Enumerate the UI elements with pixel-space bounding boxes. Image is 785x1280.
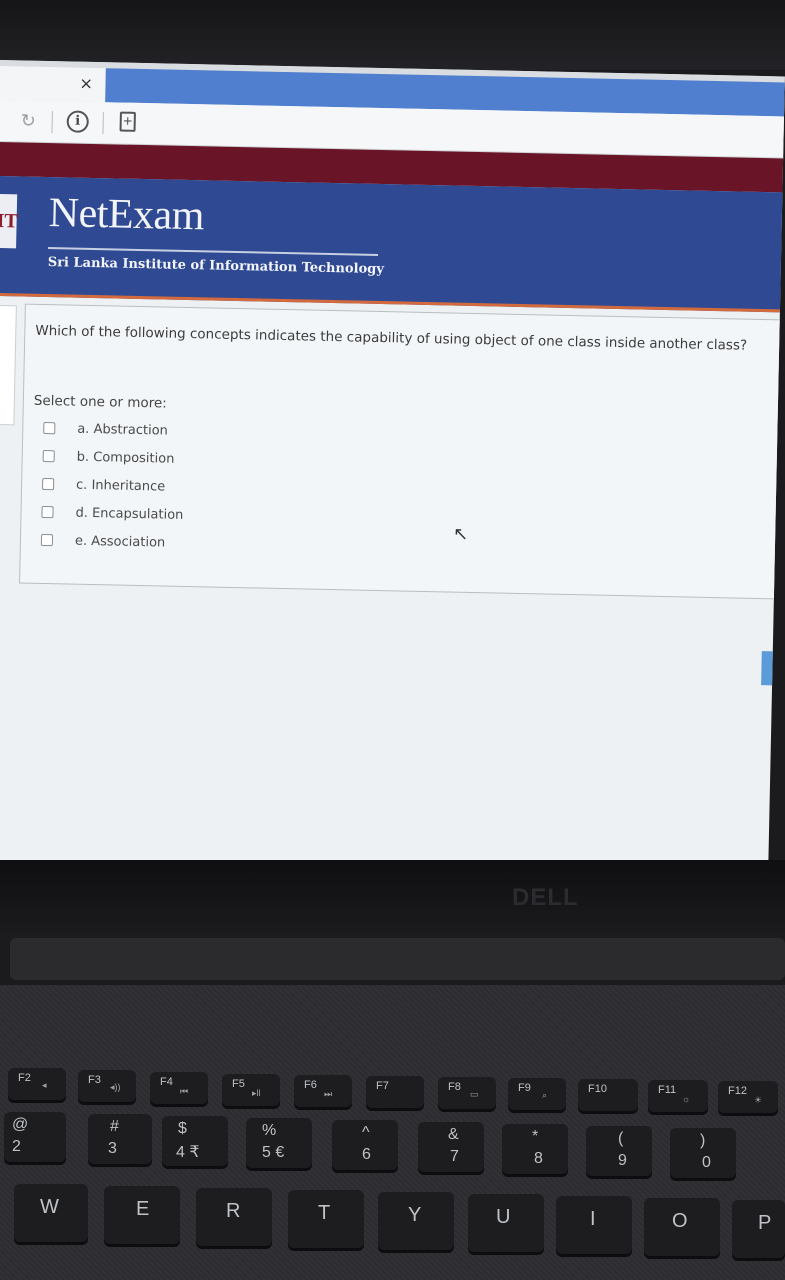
key-t[interactable]: T xyxy=(288,1190,364,1248)
site-subtitle: Sri Lanka Institute of Information Techn… xyxy=(47,255,384,278)
toolbar-divider xyxy=(102,112,104,135)
option-checkbox[interactable] xyxy=(42,449,55,463)
key-o[interactable]: O xyxy=(644,1198,720,1256)
option-checkbox[interactable] xyxy=(42,477,55,491)
site-banner: IT NetExam Sri Lanka Institute of Inform… xyxy=(0,175,785,313)
laptop-lower-bezel xyxy=(0,860,785,940)
option-label[interactable]: b. Composition xyxy=(77,449,175,466)
key-9[interactable]: (9 xyxy=(586,1126,652,1176)
key-f7[interactable]: F7 xyxy=(366,1076,424,1108)
option-c[interactable]: c. Inheritance xyxy=(42,473,166,498)
laptop-top-bezel xyxy=(0,0,785,70)
answer-prompt: Select one or more: xyxy=(33,392,167,412)
dell-logo: DELL xyxy=(512,884,579,911)
sliit-logo: IT xyxy=(0,193,18,249)
key-e[interactable]: E xyxy=(104,1186,180,1244)
key-0[interactable]: ) 0 xyxy=(670,1128,736,1178)
question-text: Which of the following concepts indicate… xyxy=(35,322,748,354)
key-u[interactable]: U xyxy=(468,1194,544,1252)
page-add-icon[interactable]: + xyxy=(119,111,136,132)
key-3[interactable]: #3 xyxy=(88,1114,152,1164)
option-e[interactable]: e. Association xyxy=(40,529,166,554)
option-label[interactable]: c. Inheritance xyxy=(76,477,165,494)
option-checkbox[interactable] xyxy=(40,533,54,547)
info-icon[interactable]: i xyxy=(66,110,89,133)
key-f4[interactable]: F4 ⏮ xyxy=(150,1072,208,1104)
key-5[interactable]: % 5 € xyxy=(246,1118,312,1168)
question-card: Which of the following concepts indicate… xyxy=(19,303,785,600)
browser-tab[interactable]: × xyxy=(0,65,106,103)
key-4[interactable]: $4 ₹ xyxy=(162,1116,228,1166)
key-7[interactable]: & 7 xyxy=(418,1122,484,1172)
key-f12[interactable]: F12 ☀ xyxy=(718,1081,778,1113)
title-underline xyxy=(48,247,379,256)
key-w[interactable]: W xyxy=(14,1184,88,1242)
option-checkbox[interactable] xyxy=(41,505,54,519)
site-title: NetExam xyxy=(48,190,205,240)
question-info-panel: d xyxy=(0,304,17,426)
key-f3[interactable]: F3 ◂)) xyxy=(78,1070,136,1102)
key-f10[interactable]: F10 xyxy=(578,1079,638,1111)
toolbar-divider xyxy=(51,111,53,134)
key-6[interactable]: ^ 6 xyxy=(332,1120,398,1170)
key-f6[interactable]: F6 ⏭ xyxy=(294,1075,352,1107)
option-a[interactable]: a. Abstraction xyxy=(43,417,168,442)
laptop-screen: × ↻ i + IT NetExam Sri Lanka Institute o… xyxy=(0,60,785,877)
key-i[interactable]: I xyxy=(556,1196,632,1254)
option-b[interactable]: b. Composition xyxy=(42,445,175,470)
key-f9[interactable]: F9 ⌕ xyxy=(508,1078,566,1110)
laptop-hinge xyxy=(10,938,785,980)
option-label[interactable]: d. Encapsulation xyxy=(75,505,183,522)
option-checkbox[interactable] xyxy=(43,421,56,435)
key-r[interactable]: R xyxy=(196,1188,272,1246)
key-f11[interactable]: F11 ☼ xyxy=(648,1080,708,1112)
reload-icon[interactable]: ↻ xyxy=(21,110,37,131)
key-f2[interactable]: F2 ◂ xyxy=(8,1068,66,1100)
key-8[interactable]: * 8 xyxy=(502,1124,568,1174)
option-d[interactable]: d. Encapsulation xyxy=(41,501,183,526)
key-p[interactable]: P xyxy=(732,1200,785,1258)
mouse-cursor-icon: ↖ xyxy=(452,523,469,545)
option-label[interactable]: e. Association xyxy=(75,533,166,550)
option-label[interactable]: a. Abstraction xyxy=(77,421,168,438)
tab-close-icon[interactable]: × xyxy=(79,74,93,93)
next-page-button[interactable] xyxy=(761,651,782,686)
key-f5[interactable]: F5 ▸ll xyxy=(222,1074,280,1106)
key-f8[interactable]: F8 ▭ xyxy=(438,1077,496,1109)
key-2[interactable]: @2 xyxy=(4,1112,66,1162)
key-y[interactable]: Y xyxy=(378,1192,454,1250)
